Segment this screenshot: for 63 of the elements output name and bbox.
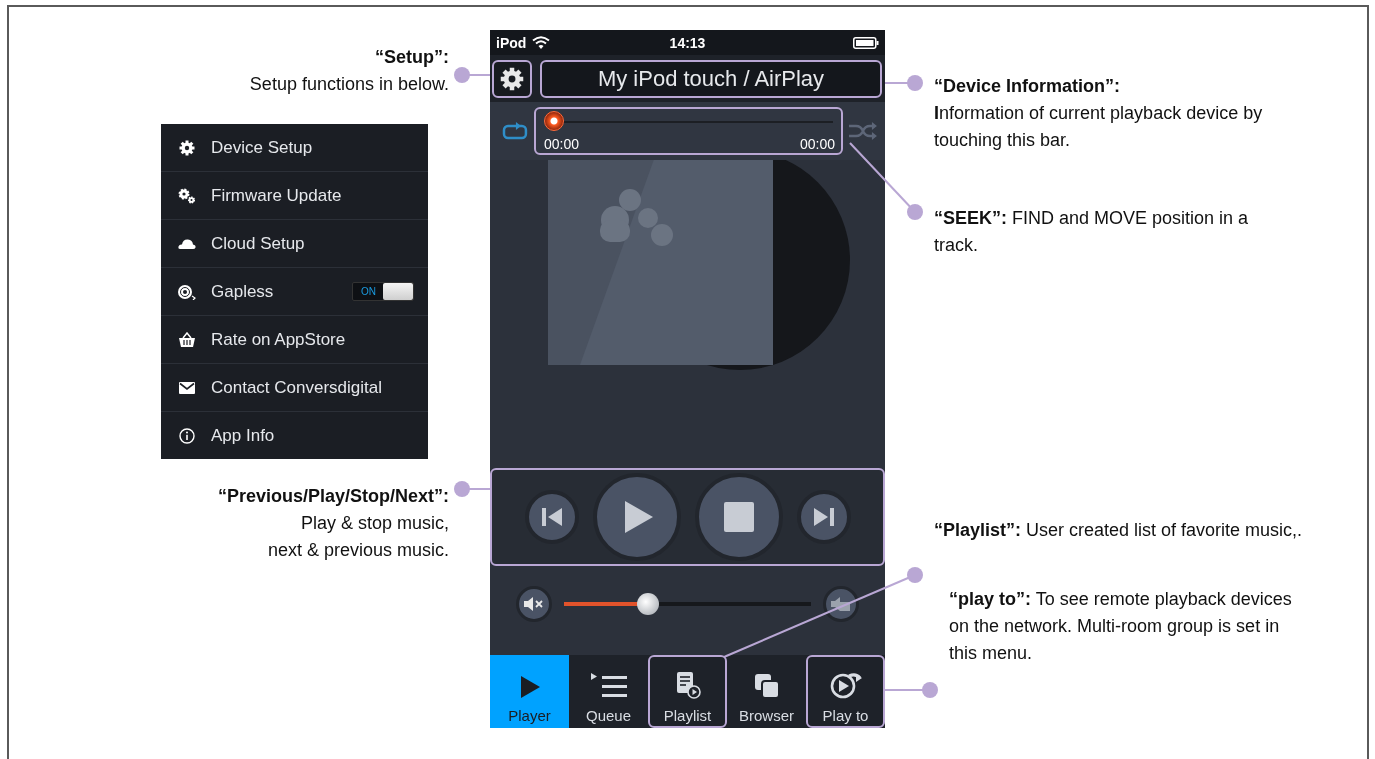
mute-button[interactable] <box>516 586 552 622</box>
wifi-icon <box>532 36 551 49</box>
gear-icon <box>179 139 195 156</box>
menu-item-label: Rate on AppStore <box>211 329 347 350</box>
skip-back-icon <box>540 506 563 528</box>
menu-item-label: Cloud Setup <box>211 233 306 254</box>
menu-item[interactable]: App Info <box>161 412 428 459</box>
callout-text: “Playlist”: User created list of favorite music,. <box>934 519 1304 542</box>
battery-icon <box>853 36 879 49</box>
menu-item[interactable]: Cloud Setup <box>161 220 428 268</box>
settings-button[interactable] <box>492 59 532 98</box>
stop-icon <box>723 502 754 532</box>
menu-item[interactable]: Gapless ON <box>161 268 428 316</box>
leader-line <box>454 481 492 497</box>
muted-speaker-icon <box>524 596 544 612</box>
tab[interactable]: Queue <box>569 655 648 728</box>
menu-item-label: App Info <box>211 425 276 446</box>
play-icon <box>518 675 541 699</box>
overlapping-squares-icon <box>753 673 780 699</box>
cloud-icon <box>178 237 196 250</box>
menu-item[interactable]: Device Setup <box>161 124 428 172</box>
disc-icon <box>177 283 197 300</box>
menu-item-label: Firmware Update <box>211 185 343 206</box>
settings-icon <box>500 66 524 91</box>
envelope-icon <box>179 381 195 394</box>
tab[interactable]: Browser <box>727 655 806 728</box>
gears-icon <box>178 187 196 204</box>
elapsed-time: 00:00 <box>543 136 579 152</box>
device-button[interactable]: My iPod touch / AirPlay <box>540 59 882 98</box>
leader-line <box>454 67 491 83</box>
callout-text: “Previous/Play/Stop/Next”: Play & stop music, next & previous music. <box>217 485 449 562</box>
tab[interactable]: Play to <box>806 655 885 728</box>
play-to-icon <box>828 671 863 699</box>
menu-item[interactable]: Contact Conversdigital <box>161 364 428 412</box>
carrier-label: iPod <box>496 34 527 51</box>
volume-thumb[interactable] <box>636 593 659 615</box>
volume-max-button[interactable] <box>823 586 859 622</box>
info-icon <box>179 427 195 444</box>
skip-forward-icon <box>812 506 835 528</box>
menu-item[interactable]: Firmware Update <box>161 172 428 220</box>
basket-icon <box>179 332 195 347</box>
tab[interactable]: Playlist <box>648 655 727 728</box>
callout-text: “SEEK”: FIND and MOVE position in a track. <box>934 207 1250 257</box>
callout-text: “Setup”: Setup functions in below. <box>249 46 449 96</box>
playlist-icon <box>674 671 701 699</box>
menu-item-label: Contact Conversdigital <box>211 377 384 398</box>
repeat-icon[interactable] <box>502 122 528 140</box>
toggle-label: ON <box>360 286 376 297</box>
tab[interactable]: Player <box>490 655 569 728</box>
menu-item[interactable]: Rate on AppStore <box>161 316 428 364</box>
leader-line <box>884 75 923 91</box>
speaker-icon <box>831 596 851 612</box>
queue-icon <box>590 673 627 699</box>
clock: 14:13 <box>669 34 706 51</box>
total-time: 00:00 <box>800 136 836 152</box>
menu-item-label: Device Setup <box>211 137 314 158</box>
callout-text: “play to”: To see remote playback devices on the network. Multi-room group is set in this menu. <box>949 588 1293 665</box>
volume-slider[interactable] <box>564 593 811 615</box>
seek-thumb[interactable] <box>543 111 564 131</box>
menu-item-label: Gapless <box>211 281 275 302</box>
leader-line <box>884 682 938 698</box>
toggle-switch[interactable]: ON <box>352 282 414 301</box>
callout-text: “Device Information”: Information of current playback device by touching this bar. <box>934 75 1264 152</box>
